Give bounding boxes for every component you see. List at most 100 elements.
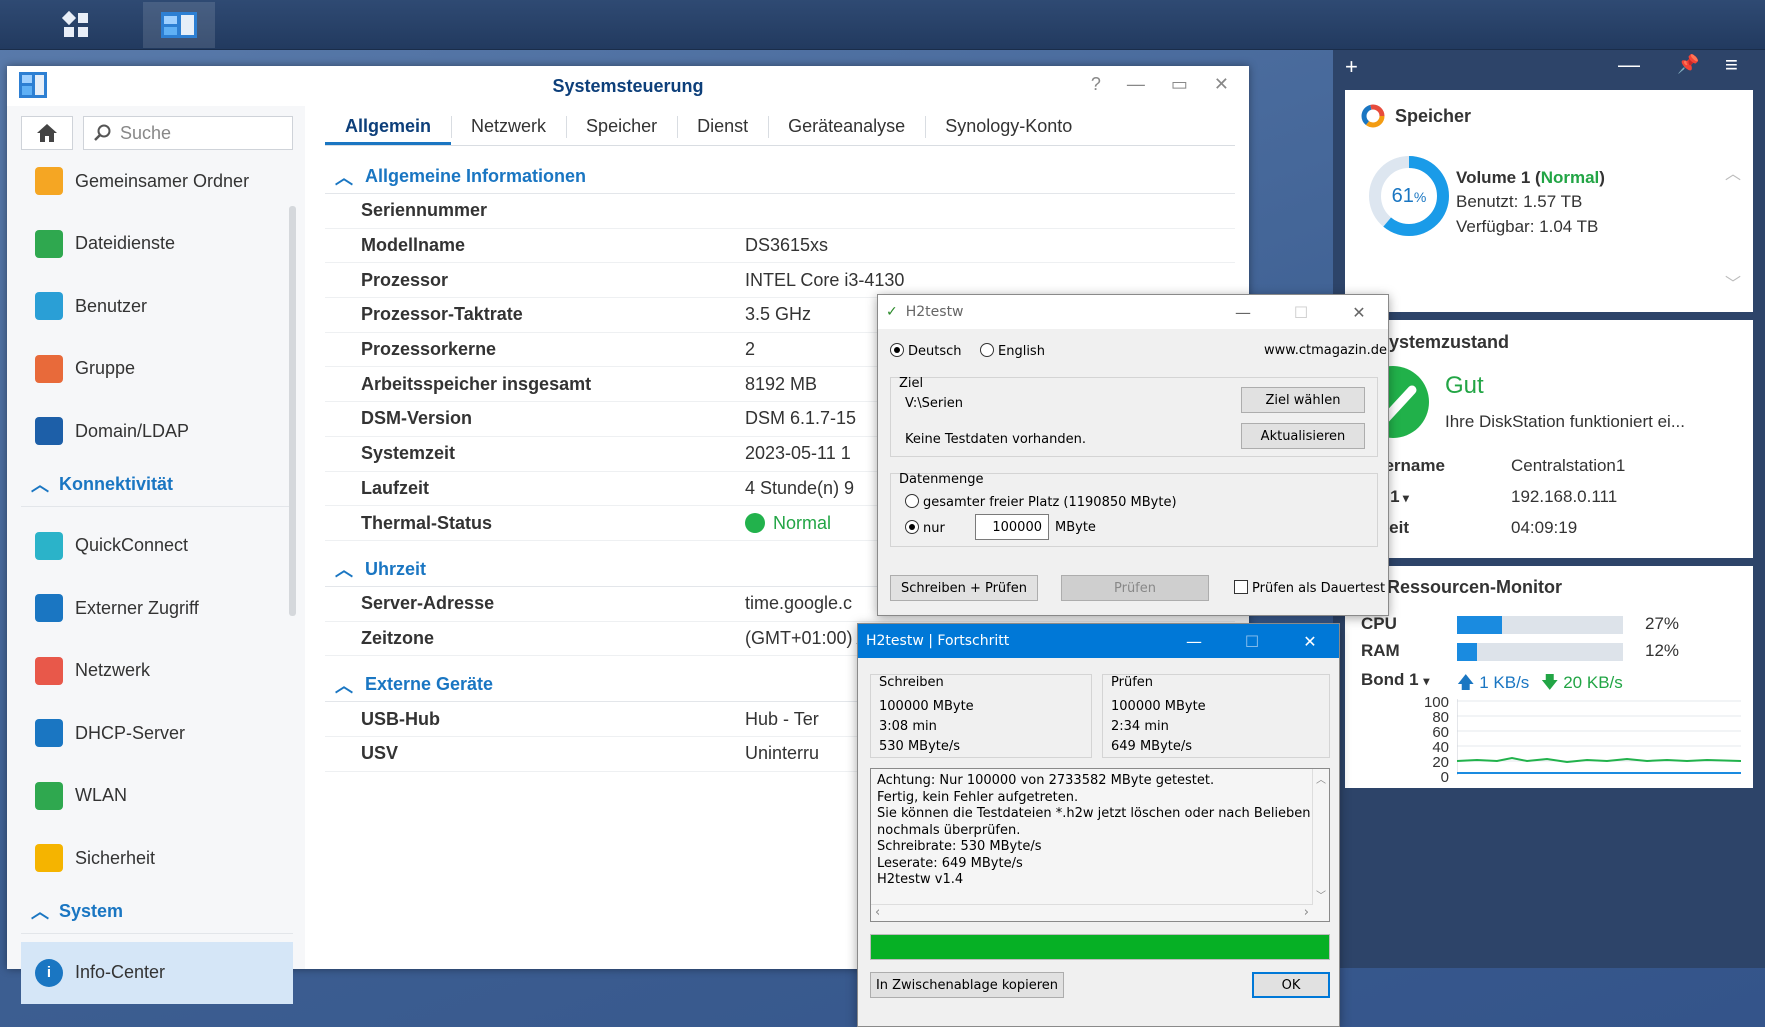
write-stats-group: Schreiben 100000 MByte 3:08 min 530 MByte/… bbox=[870, 674, 1092, 758]
sidebar-item-label: QuickConnect bbox=[75, 535, 189, 556]
scroll-right-icon[interactable]: › bbox=[1304, 905, 1309, 920]
storage-percent: 61% bbox=[1392, 185, 1427, 207]
schreiben-pruefen-button[interactable]: Schreiben + Prüfen bbox=[890, 575, 1038, 601]
sidebar-nav: Gemeinsamer Ordner Dateidienste Benutzer Gr… bbox=[21, 150, 293, 1004]
stat-line: nochmals überprüfen. bbox=[877, 822, 1021, 838]
target-path: V:\Serien bbox=[905, 396, 964, 411]
ram-label: RAM bbox=[1361, 641, 1400, 660]
close-icon[interactable]: ✕ bbox=[1330, 295, 1388, 329]
health-value: 04:09:19 bbox=[1511, 518, 1578, 537]
user-icon bbox=[35, 292, 63, 321]
sidebar-item-gemeinsamer-ordner[interactable]: Gemeinsamer Ordner bbox=[21, 150, 293, 213]
info-value: Uninterru bbox=[745, 743, 820, 764]
chevron-down-icon[interactable]: ﹀ bbox=[1725, 270, 1741, 294]
aktualisieren-button[interactable]: Aktualisieren bbox=[1241, 423, 1365, 449]
lang-deutsch-radio[interactable]: Deutsch bbox=[890, 343, 962, 359]
sidebar-item-label: Gruppe bbox=[75, 358, 136, 379]
tab-dienst[interactable]: Dienst bbox=[677, 106, 768, 145]
chevron-up-icon: ︿ bbox=[335, 675, 353, 696]
sidebar-item-info-center[interactable]: i Info-Center bbox=[21, 941, 293, 1004]
pruefen-button[interactable]: Prüfen bbox=[1061, 575, 1209, 601]
tab-allgemein[interactable]: Allgemein bbox=[325, 106, 452, 145]
sidebar-item-label: WLAN bbox=[75, 785, 128, 806]
tab-synology-konto[interactable]: Synology-Konto bbox=[925, 106, 1092, 145]
maximize-icon[interactable]: ☐ bbox=[1223, 624, 1281, 658]
vertical-scrollbar[interactable]: ︿ ﹀ bbox=[1312, 769, 1329, 905]
cpu-label: CPU bbox=[1361, 614, 1397, 633]
log-textbox[interactable]: Achtung: Nur 100000 von 2733582 MByte ge… bbox=[870, 768, 1330, 922]
home-button[interactable] bbox=[21, 116, 73, 150]
main-menu-button[interactable] bbox=[40, 2, 112, 48]
pin-icon[interactable]: 📌 bbox=[1677, 54, 1699, 75]
maximize-icon[interactable]: ▭ bbox=[1171, 74, 1188, 95]
chevron-up-icon[interactable]: ︿ bbox=[1725, 160, 1741, 184]
ok-button[interactable]: OK bbox=[1252, 972, 1330, 998]
section-header[interactable]: ︿ Allgemeine Informationen bbox=[325, 160, 1235, 194]
chevron-up-icon: ︿ bbox=[335, 167, 353, 188]
sidebar-item-wlan[interactable]: WLAN bbox=[21, 765, 293, 828]
sidebar-item-gruppe[interactable]: Gruppe bbox=[21, 338, 293, 401]
group-icon bbox=[35, 354, 63, 383]
sidebar-item-label: Netzwerk bbox=[75, 660, 151, 681]
copy-clipboard-button[interactable]: In Zwischenablage kopieren bbox=[870, 972, 1064, 998]
close-icon[interactable]: ✕ bbox=[1281, 624, 1339, 658]
ziel-waehlen-button[interactable]: Ziel wählen bbox=[1241, 387, 1365, 413]
sidebar-item-sicherheit[interactable]: Sicherheit bbox=[21, 827, 293, 890]
sidebar-scrollbar[interactable] bbox=[289, 206, 296, 616]
info-key: Prozessor-Taktrate bbox=[361, 304, 523, 325]
tab-ger-teanalyse[interactable]: Geräteanalyse bbox=[768, 106, 925, 145]
chevron-up-icon: ︿ bbox=[335, 560, 353, 581]
endless-test-checkbox[interactable]: Prüfen als Dauertest bbox=[1234, 580, 1385, 596]
info-key: Modellname bbox=[361, 235, 466, 256]
search-icon bbox=[94, 124, 111, 141]
tab-netzwerk[interactable]: Netzwerk bbox=[451, 106, 566, 145]
widget-title: Ressourcen-Monitor bbox=[1387, 576, 1563, 597]
size-input[interactable]: 100000 bbox=[975, 514, 1049, 540]
window-controls: ? — ▭ ✕ bbox=[1091, 74, 1229, 95]
shared-folder-icon bbox=[35, 167, 63, 196]
website-link[interactable]: www.ctmagazin.de bbox=[1264, 343, 1387, 358]
quickconnect-icon bbox=[35, 531, 63, 560]
close-icon[interactable]: ✕ bbox=[1214, 74, 1229, 95]
info-key: Thermal-Status bbox=[361, 512, 493, 533]
minimize-icon[interactable]: — bbox=[1165, 624, 1223, 658]
tab-speicher[interactable]: Speicher bbox=[566, 106, 677, 145]
maximize-icon[interactable]: ☐ bbox=[1272, 295, 1330, 329]
section-konnektivitaet[interactable]: ︿ Konnektivität bbox=[21, 463, 293, 507]
taskbar-control-panel-button[interactable] bbox=[143, 2, 215, 48]
sidebar-item-externer-zugriff[interactable]: Externer Zugriff bbox=[21, 577, 293, 640]
horizontal-scrollbar[interactable]: ‹ › bbox=[871, 904, 1313, 921]
info-value: Hub - Ter bbox=[745, 708, 819, 729]
minimize-icon[interactable]: — bbox=[1214, 295, 1272, 329]
sidebar-item-domain-ldap[interactable]: Domain/LDAP bbox=[21, 400, 293, 463]
help-icon[interactable]: ? bbox=[1091, 74, 1101, 95]
volume-used: Benutzt: 1.57 TB bbox=[1456, 192, 1583, 211]
minimize-icon[interactable]: — bbox=[1127, 74, 1145, 95]
stat-line: Fertig, kein Fehler aufgetreten. bbox=[877, 789, 1079, 805]
bond-selector[interactable]: Bond 1 ▾ bbox=[1361, 670, 1429, 690]
file-services-icon bbox=[35, 229, 63, 258]
sidebar-item-quickconnect[interactable]: QuickConnect bbox=[21, 515, 293, 578]
status-text: Keine Testdaten vorhanden. bbox=[905, 432, 1086, 447]
info-row: Modellname DS3615xs bbox=[325, 229, 1235, 264]
sidebar-item-benutzer[interactable]: Benutzer bbox=[21, 275, 293, 338]
sidebar-item-label: DHCP-Server bbox=[75, 722, 186, 743]
sidebar-item-netzwerk[interactable]: Netzwerk bbox=[21, 640, 293, 703]
minimize-panel-icon[interactable]: — bbox=[1618, 52, 1640, 78]
layout-icon[interactable]: ≡ bbox=[1725, 52, 1738, 78]
scroll-left-icon[interactable]: ‹ bbox=[875, 905, 880, 920]
scroll-up-icon[interactable]: ︿ bbox=[1316, 771, 1326, 786]
sidebar-item-dateidienste[interactable]: Dateidienste bbox=[21, 213, 293, 276]
only-radio[interactable]: nur bbox=[905, 520, 945, 536]
sidebar-item-dhcp-server[interactable]: DHCP-Server bbox=[21, 702, 293, 765]
stat-line: Schreibrate: 530 MByte/s bbox=[877, 839, 1042, 854]
lang-english-radio[interactable]: English bbox=[980, 343, 1045, 359]
scroll-down-icon[interactable]: ﹀ bbox=[1316, 887, 1326, 902]
download-series-line bbox=[1457, 756, 1741, 764]
section-system[interactable]: ︿ System bbox=[21, 890, 293, 934]
add-widget-icon[interactable]: + bbox=[1345, 54, 1358, 80]
info-value: DSM 6.1.7-15 bbox=[745, 408, 857, 429]
info-value: Normal bbox=[745, 512, 831, 534]
full-space-radio[interactable]: gesamter freier Platz (1190850 MByte) bbox=[905, 494, 1177, 510]
search-box[interactable]: Suche bbox=[83, 116, 293, 150]
